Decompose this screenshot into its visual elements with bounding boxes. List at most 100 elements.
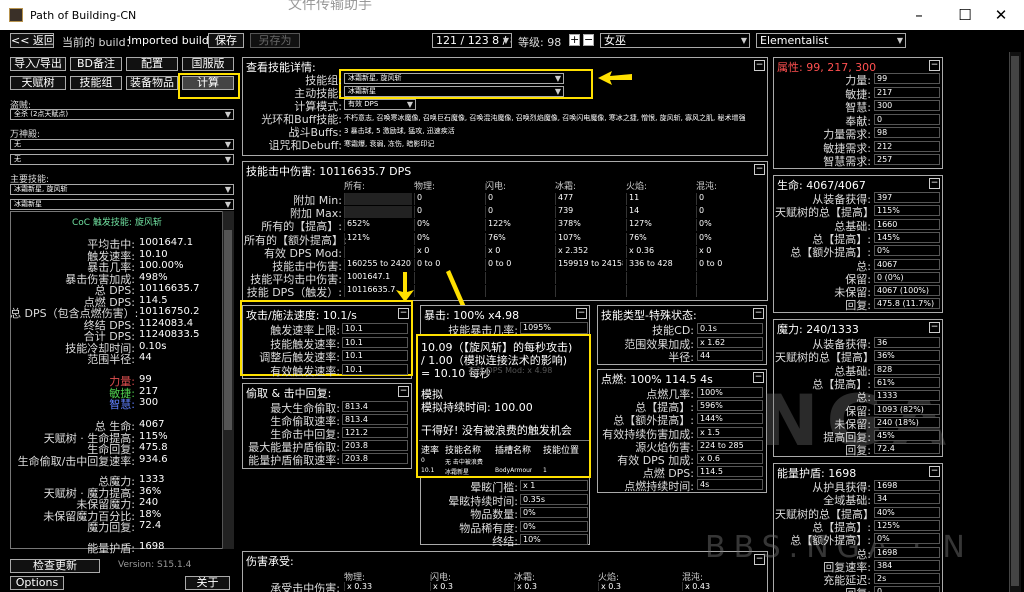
close-icon[interactable]: ✕: [978, 0, 1024, 30]
life_sec-value: 115%: [874, 205, 940, 217]
build-name: Imported build: [128, 34, 209, 47]
hit-cell: 652%: [344, 219, 412, 232]
es_sec-value: 1698: [874, 546, 940, 558]
options-button[interactable]: Options: [10, 576, 64, 590]
collapse-icon[interactable]: −: [398, 308, 409, 319]
tab-tree[interactable]: 天赋树: [10, 76, 66, 90]
minimize-icon[interactable]: –: [896, 0, 942, 30]
left-mana-value: 1333: [139, 474, 165, 485]
th-rate: 速率: [421, 446, 440, 456]
level-down-button[interactable]: −: [583, 34, 594, 46]
attributes-value: 98: [874, 127, 940, 138]
hit-cell: 0 to 0: [414, 259, 482, 271]
about-button[interactable]: 关于: [185, 576, 230, 590]
ignite-value: 596%: [697, 400, 763, 412]
hit-cell: 0%: [696, 232, 764, 245]
crit-extra-value: x 1: [520, 480, 588, 491]
ignite-title: 点燃: 100% 114.5 4s: [601, 373, 713, 386]
tab-version[interactable]: 国服版: [182, 57, 234, 71]
tab-skills[interactable]: 技能组: [70, 76, 122, 90]
stats-scroll-thumb[interactable]: [224, 230, 232, 430]
hit-cell: 0: [696, 193, 764, 205]
left-attr-label: 智慧:: [109, 398, 135, 411]
leech-value: 203.8: [342, 453, 408, 464]
hit-cell: 0%: [414, 219, 482, 232]
skill-detail-label: 诅咒和Debuff:: [268, 139, 342, 152]
hit-cell: 14: [626, 206, 694, 219]
tab-notes[interactable]: BD备注: [70, 57, 122, 71]
tab-calcs[interactable]: 计算: [182, 76, 234, 90]
collapse-icon[interactable]: −: [929, 466, 940, 477]
hit-col-header: 所有:: [344, 182, 366, 192]
bandit-select[interactable]: 全杀 (2点天赋点): [10, 109, 234, 120]
ignite-label: 点燃持续时间:: [624, 480, 694, 494]
level-up-button[interactable]: +: [569, 34, 580, 46]
main-scroll-thumb[interactable]: [1011, 56, 1019, 586]
taken-cell: x 0.3: [514, 582, 594, 591]
mana_sec-label: 回复:: [845, 444, 871, 458]
mana_sec-value: 828: [874, 363, 940, 375]
hit-cell: 0: [414, 193, 482, 205]
hit-cell: [344, 245, 412, 258]
check-update-button[interactable]: 检查更新: [10, 559, 100, 573]
pantheon-minor-select[interactable]: 无: [10, 154, 234, 165]
mana_sec-value: 36%: [874, 350, 940, 362]
hit-col-header: 火焰:: [626, 182, 648, 192]
ignite-value: 144%: [697, 413, 763, 425]
pob-window: Path of Building-CN 文件传输助手 – ☐ ✕ << 返回 当…: [0, 0, 1024, 592]
hit-cell: 122%: [485, 219, 553, 232]
tr2-rate: 10.1: [421, 467, 435, 474]
skill-detail-select[interactable]: 冰霜新星: [344, 86, 564, 97]
hit-cell: 0: [485, 193, 553, 205]
hit-cell: [696, 285, 764, 298]
collapse-icon[interactable]: −: [929, 322, 940, 333]
ignite-value: x 1.5: [697, 426, 763, 438]
collapse-icon[interactable]: −: [754, 164, 765, 175]
tr1-skill: 无 击中被浪费: [445, 459, 483, 466]
collapse-icon[interactable]: −: [753, 308, 764, 319]
skill-detail-select[interactable]: 有效 DPS: [344, 99, 416, 110]
hit-cell: [626, 272, 694, 285]
ascendancy-select[interactable]: Elementalist: [756, 33, 906, 48]
es_sec-value: 2s: [874, 573, 940, 585]
mana_sec-value: 45%: [874, 430, 940, 442]
save-button[interactable]: 保存: [208, 33, 244, 48]
hit-cell: x 0: [414, 245, 482, 258]
back-button[interactable]: << 返回: [10, 33, 54, 48]
main-skill-select[interactable]: 冰霜新星, 旋风斩: [10, 184, 234, 195]
tab-import-export[interactable]: 导入/导出: [10, 57, 66, 71]
hit-cell: 1001647.1: [344, 272, 412, 285]
leech-value: 813.4: [342, 414, 408, 425]
hit-cell: [485, 285, 553, 298]
collapse-icon[interactable]: −: [576, 308, 587, 319]
collapse-icon[interactable]: −: [754, 60, 765, 71]
hit-cell: x 2.352: [555, 245, 623, 258]
hit-cell: 0: [485, 206, 553, 219]
class-select[interactable]: 女巫: [600, 33, 750, 48]
hit-cell: 739: [555, 206, 623, 219]
tr2-slot: BodyArmour: [495, 467, 533, 474]
pantheon-major-select[interactable]: 无: [10, 139, 234, 150]
left-mana-value: 240: [139, 497, 159, 508]
main-skill-part-select[interactable]: 冰霜新星: [10, 199, 234, 210]
skill-detail-select[interactable]: 冰霜新星, 旋风斩: [344, 73, 564, 84]
th-pos: 技能位置: [543, 446, 580, 456]
hit-cell: 107%: [555, 232, 623, 245]
save-as-button[interactable]: 另存为: [250, 33, 300, 48]
crit-extra-value: 0.35s: [520, 493, 588, 505]
current-build-label: 当前的 build：: [62, 36, 137, 49]
hit-col-header: 冰霜:: [555, 182, 577, 192]
mana_sec-value: 1333: [874, 390, 940, 402]
collapse-icon[interactable]: −: [398, 386, 409, 397]
tab-items[interactable]: 装备物品: [126, 76, 178, 90]
collapse-icon[interactable]: −: [929, 178, 940, 189]
collapse-icon[interactable]: −: [929, 60, 940, 71]
taken-cell: x 0.33: [344, 582, 424, 591]
tab-config[interactable]: 配置: [126, 57, 178, 71]
taken-cell: x 0.3: [430, 582, 510, 591]
left-mana-value: 72.4: [139, 520, 162, 531]
es_sec-value: 0%: [874, 533, 940, 545]
hit-cell: 378%: [555, 219, 623, 232]
leech-value: 813.4: [342, 401, 408, 412]
coc-title: CoC 触发技能: 旋风斩: [72, 218, 162, 228]
